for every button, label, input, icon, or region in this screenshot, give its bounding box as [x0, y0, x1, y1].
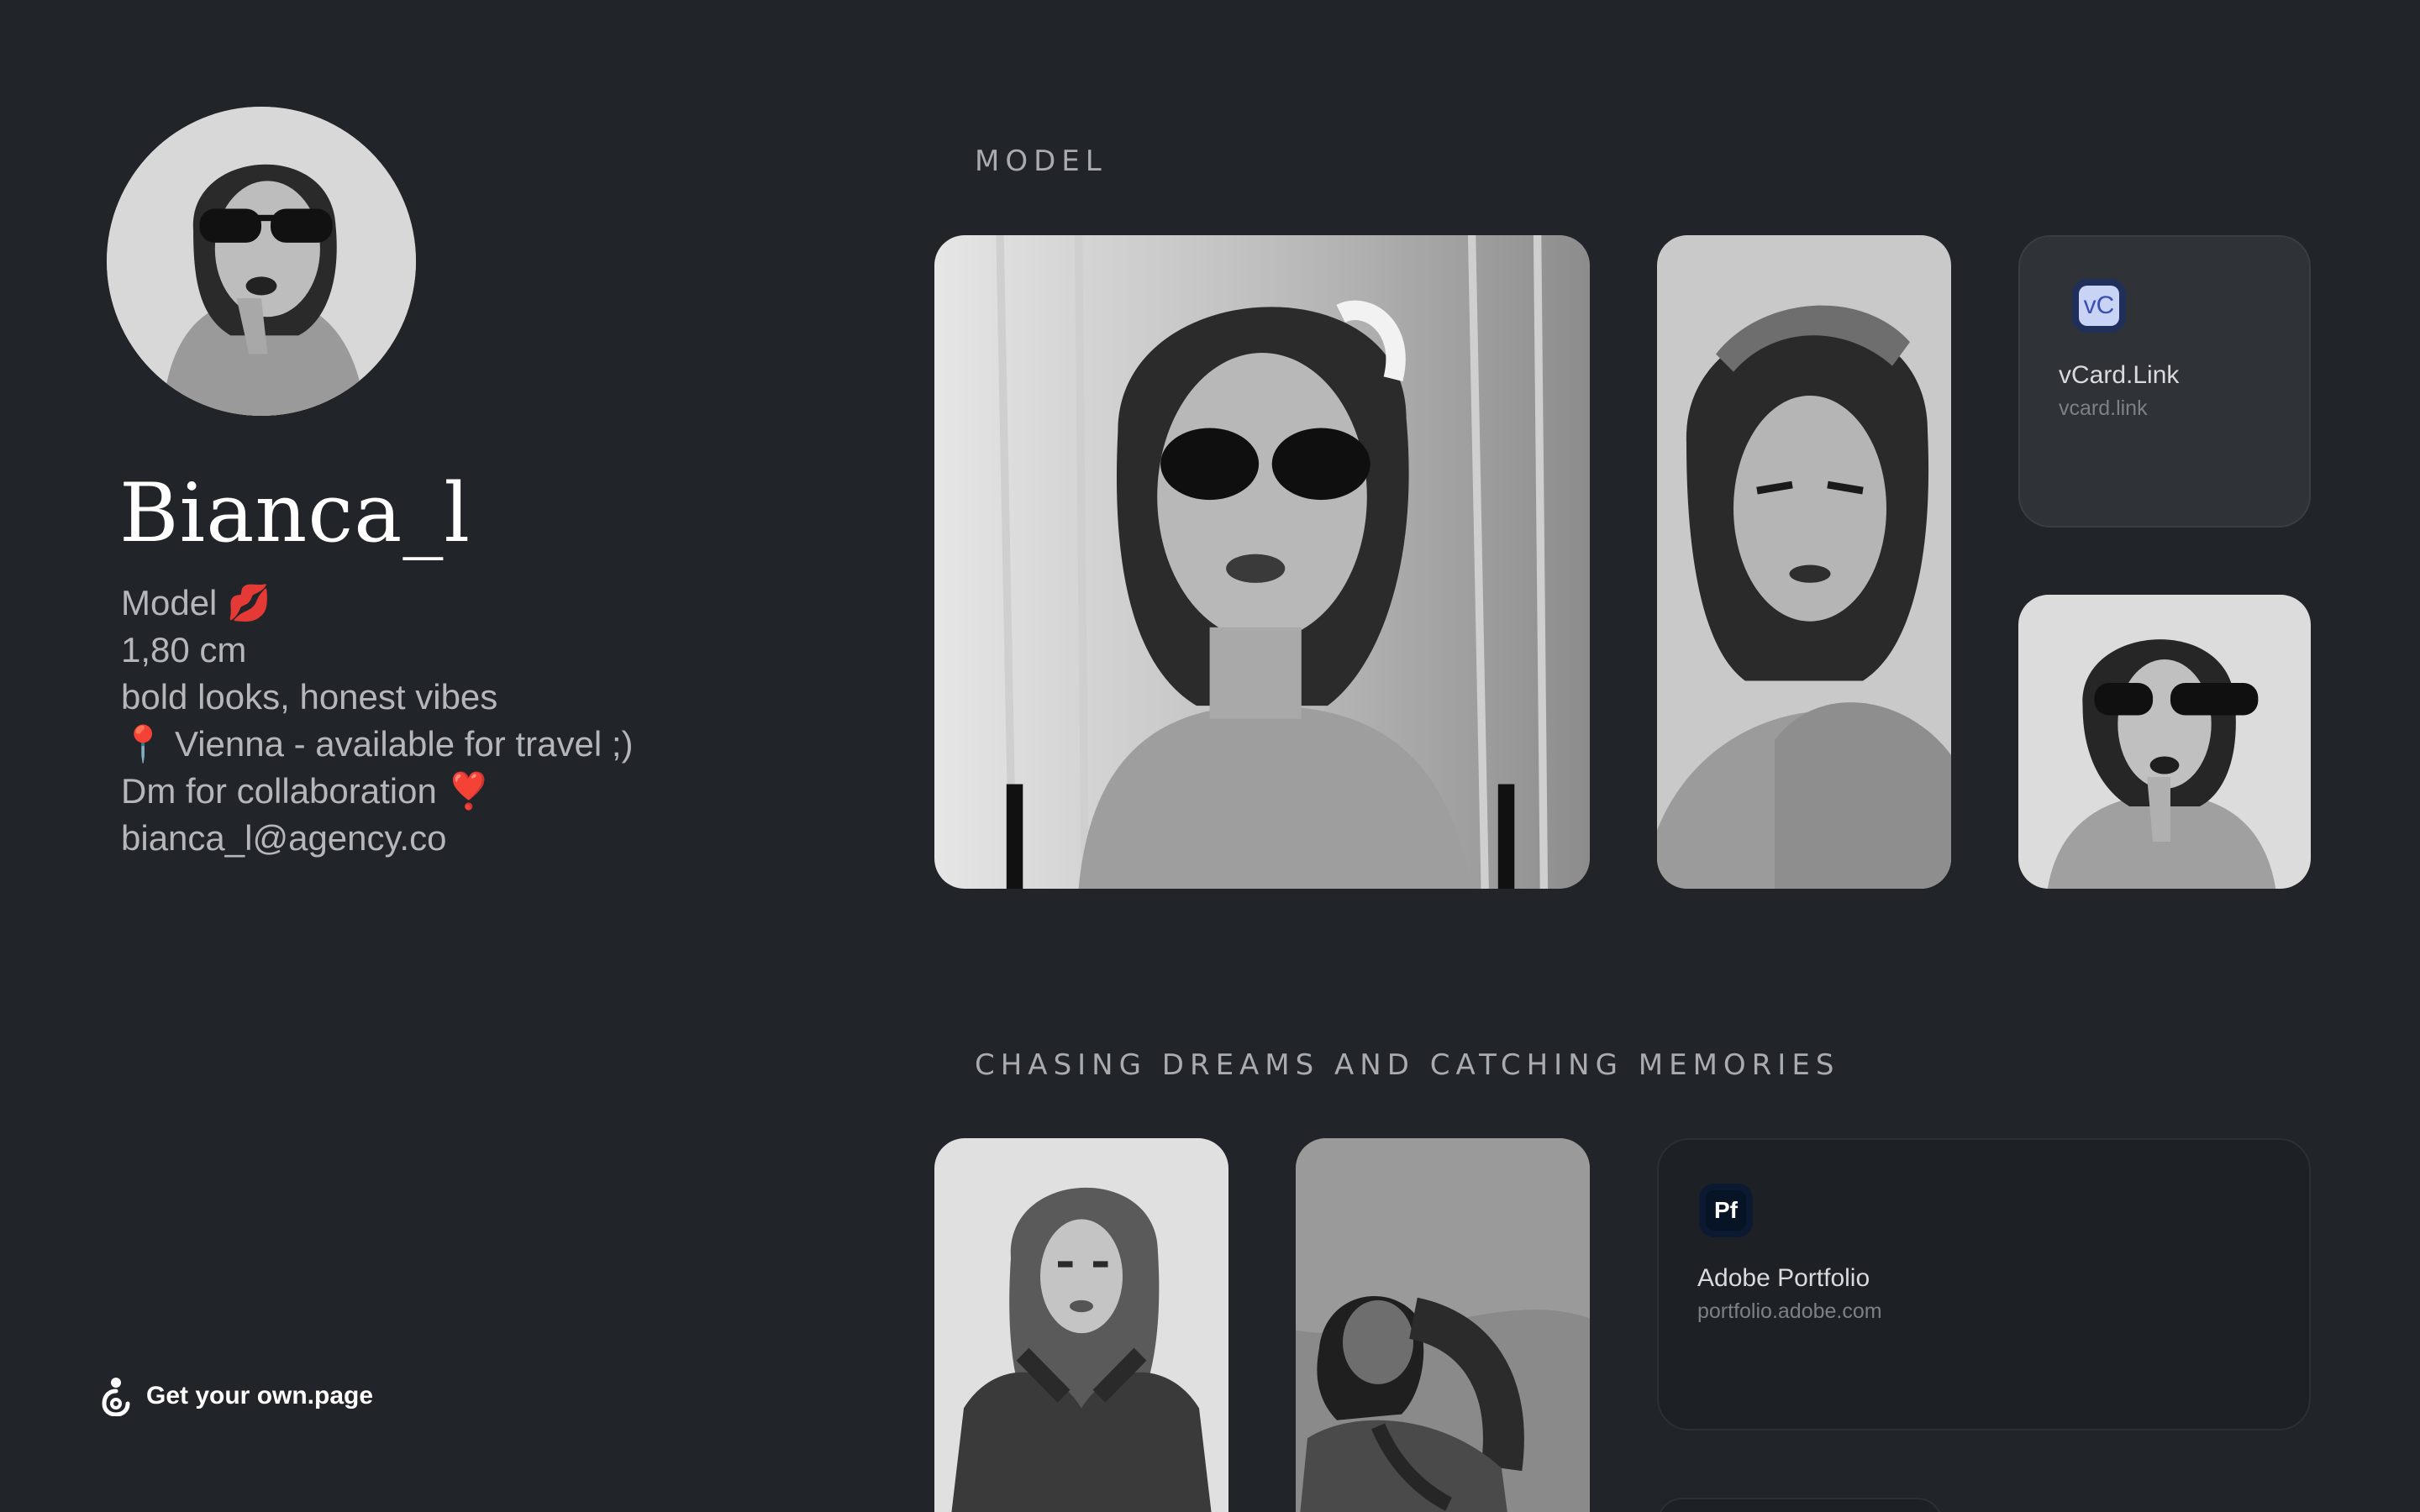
- bio-location: 📍 Vienna - available for travel ;): [121, 724, 634, 764]
- get-your-own-page-link[interactable]: Get your own.page: [101, 1376, 373, 1416]
- photo-tile[interactable]: [934, 235, 1590, 889]
- vcard-link-url: vcard.link: [2059, 396, 2148, 420]
- adobe-portfolio-icon: Pf: [1699, 1184, 1753, 1237]
- vcard-icon-badge: vC: [2079, 286, 2119, 326]
- ownpage-logo-icon: [102, 1378, 130, 1416]
- photo-tile[interactable]: [1296, 1138, 1590, 1512]
- photo-tile[interactable]: [934, 1138, 1228, 1512]
- bio-collab-note: Dm for collaboration ❣️: [121, 771, 491, 811]
- profile-bio: Model 💋 1,80 cm bold looks, honest vibes…: [121, 580, 860, 862]
- vcard-link-title: vCard.Link: [2059, 361, 2180, 389]
- photo-tile[interactable]: [1657, 235, 1951, 889]
- vcard-link-card[interactable]: vC vCard.Link vcard.link: [2018, 235, 2311, 528]
- photo-tile[interactable]: [2018, 595, 2311, 889]
- avatar: [107, 107, 416, 416]
- adobe-portfolio-url: portfolio.adobe.com: [1697, 1299, 1882, 1323]
- bio-height: 1,80 cm: [121, 630, 247, 669]
- adobe-portfolio-title: Adobe Portfolio: [1697, 1264, 1870, 1292]
- bio-email: bianca_l@agency.co: [121, 818, 447, 858]
- bio-role: Model 💋: [121, 583, 271, 622]
- link-card-partial[interactable]: [1657, 1498, 1943, 1512]
- avatar-portrait-image: [107, 107, 416, 416]
- bio-tagline: bold looks, honest vibes: [121, 677, 498, 717]
- vcard-link-icon: vC: [2072, 279, 2126, 333]
- profile-page: Bianca_l Model 💋 1,80 cm bold looks, hon…: [0, 0, 2420, 1512]
- photo-headscarf-portrait: [1657, 235, 1951, 889]
- photo-sunglasses-closeup: [2018, 595, 2311, 889]
- adobe-portfolio-badge: Pf: [1706, 1190, 1746, 1231]
- cta-label: Get your own.page: [146, 1382, 374, 1410]
- photo-shadow-portrait: [1296, 1138, 1590, 1512]
- section-title-chasing-dreams: CHASING DREAMS AND CATCHING MEMORIES: [975, 1048, 1840, 1082]
- photo-knit-sweater-portrait: [934, 1138, 1228, 1512]
- photo-sunglasses-portrait: [934, 235, 1590, 889]
- profile-name: Bianca_l: [119, 466, 471, 560]
- section-title-model: MODEL: [975, 144, 1107, 178]
- adobe-portfolio-card[interactable]: Pf Adobe Portfolio portfolio.adobe.com: [1657, 1138, 2311, 1431]
